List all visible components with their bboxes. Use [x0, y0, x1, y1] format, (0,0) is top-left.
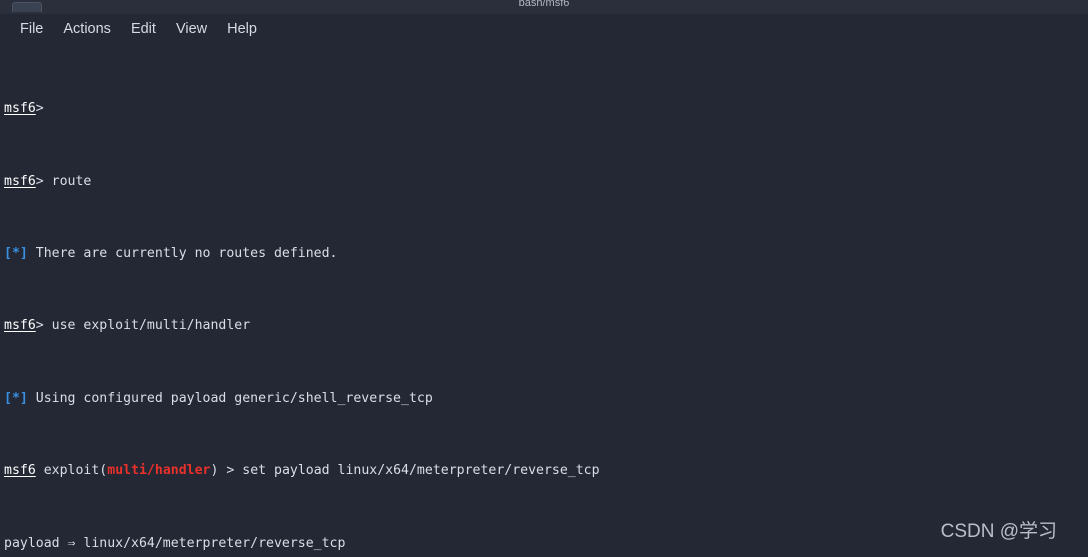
message-text: payload ⇒ linux/x64/meterpreter/reverse_…: [4, 535, 346, 551]
menu-item-help[interactable]: Help: [217, 19, 267, 39]
prompt-arrow: >: [35, 101, 52, 117]
message-text: There are currently no routes defined.: [35, 246, 338, 262]
menu-item-actions[interactable]: Actions: [53, 19, 121, 39]
terminal-line-using-payload: [*] Using configured payload generic/she…: [4, 390, 1088, 408]
prompt-msf6: msf6: [4, 173, 36, 189]
menu-item-view[interactable]: View: [166, 19, 217, 39]
terminal-line-no-routes: [*] There are currently no routes define…: [4, 245, 1088, 263]
prompt-msf6: msf6: [4, 318, 36, 334]
menubar: File Actions Edit View Help: [0, 14, 1088, 44]
exploit-prefix: exploit(: [43, 463, 108, 479]
prompt-arrow: >: [35, 318, 52, 334]
prompt-arrow: >: [35, 173, 52, 189]
terminal-line-cmd-use-handler: msf6> use exploit/multi/handler: [4, 317, 1088, 335]
prompt-msf6: msf6: [4, 463, 36, 479]
terminal-output[interactable]: msf6> msf6> route [*] There are currentl…: [0, 44, 1088, 557]
menu-item-edit[interactable]: Edit: [121, 19, 166, 39]
prompt-msf6: msf6: [4, 101, 36, 117]
command-text: use exploit/multi/handler: [51, 318, 251, 334]
terminal-line-prompt-empty: msf6>: [4, 100, 1088, 118]
info-sigil: [*]: [4, 390, 28, 406]
window-title: bash/msf6: [518, 0, 570, 9]
terminal-line-cmd-set-payload: msf6 exploit(multi/handler) > set payloa…: [4, 462, 1088, 480]
info-sigil: [*]: [4, 246, 28, 262]
terminal-line-cmd-route: msf6> route: [4, 173, 1088, 191]
prompt-arrow: >: [226, 463, 243, 479]
csdn-watermark: CSDN @学习: [940, 521, 1076, 542]
window-titlebar: bash/msf6: [0, 0, 1088, 14]
message-text: Using configured payload generic/shell_r…: [35, 390, 433, 406]
terminal-window: bash/msf6 File Actions Edit View Help ms…: [0, 0, 1088, 557]
command-text: route: [51, 173, 92, 189]
terminal-line-payload-echo: payload ⇒ linux/x64/meterpreter/reverse_…: [4, 535, 1088, 553]
menu-item-file[interactable]: File: [10, 19, 53, 39]
command-text: set payload linux/x64/meterpreter/revers…: [242, 463, 600, 479]
module-name: multi/handler: [107, 463, 211, 479]
